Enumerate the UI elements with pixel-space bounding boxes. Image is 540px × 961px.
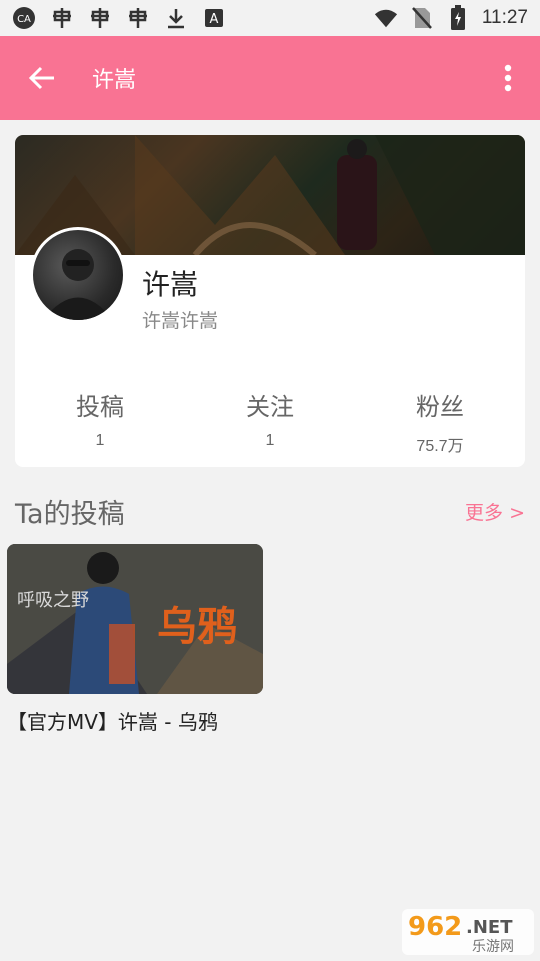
bug-icon [126,6,150,30]
back-button[interactable] [0,36,84,120]
profile-card: 许嵩 许嵩许嵩 投稿 1 关注 1 粉丝 75.7万 [15,135,525,467]
bug-icon [50,6,74,30]
stat-label: 粉丝 [416,393,464,421]
app-bar: 许嵩 [0,36,540,120]
app-badge-icon: CA [12,6,36,30]
more-link[interactable]: 更多 > [465,498,525,525]
stat-value: 75.7万 [416,438,464,455]
status-time: 11:27 [481,7,528,28]
avatar[interactable] [30,227,126,323]
more-vertical-icon [504,64,512,92]
watermark-subtitle: 乐游网 [472,939,514,955]
thumb-caption-right: 乌鸦 [157,604,237,650]
thumb-caption-left: 呼吸之野 [17,590,89,611]
stat-posts[interactable]: 投稿 1 [15,387,185,456]
profile-name: 许嵩 [142,268,199,301]
stat-label: 投稿 [76,393,124,421]
stat-value: 1 [95,432,105,449]
bug-icon [88,6,112,30]
stat-following[interactable]: 关注 1 [185,387,355,456]
profile-stats: 投稿 1 关注 1 粉丝 75.7万 [15,387,525,456]
status-left: CA A [12,6,226,30]
svg-text:CA: CA [17,14,31,25]
stat-label: 关注 [246,393,294,421]
section-title: Ta的投稿 [15,499,125,530]
wifi-icon [374,6,398,30]
overflow-menu-button[interactable] [476,36,540,120]
page-title: 许嵩 [92,68,137,93]
font-a-icon: A [202,6,226,30]
watermark-logo: 962 .NET 乐游网 [402,909,534,955]
video-title[interactable]: 【官方MV】许嵩 - 乌鸦 [7,706,218,735]
video-thumbnail[interactable]: 呼吸之野 乌鸦 [7,544,263,694]
svg-text:A: A [210,12,219,27]
stat-value: 1 [265,432,275,449]
arrow-left-icon [28,66,54,90]
no-sim-icon [410,6,434,30]
stat-followers[interactable]: 粉丝 75.7万 [355,387,525,456]
watermark-number: 962 [408,912,462,942]
watermark-suffix: .NET [466,917,513,938]
profile-subname: 许嵩许嵩 [142,310,219,332]
download-icon [164,6,188,30]
status-bar: CA A 11:27 [0,0,540,36]
battery-charging-icon [446,5,470,30]
status-right: 11:27 [374,5,528,30]
